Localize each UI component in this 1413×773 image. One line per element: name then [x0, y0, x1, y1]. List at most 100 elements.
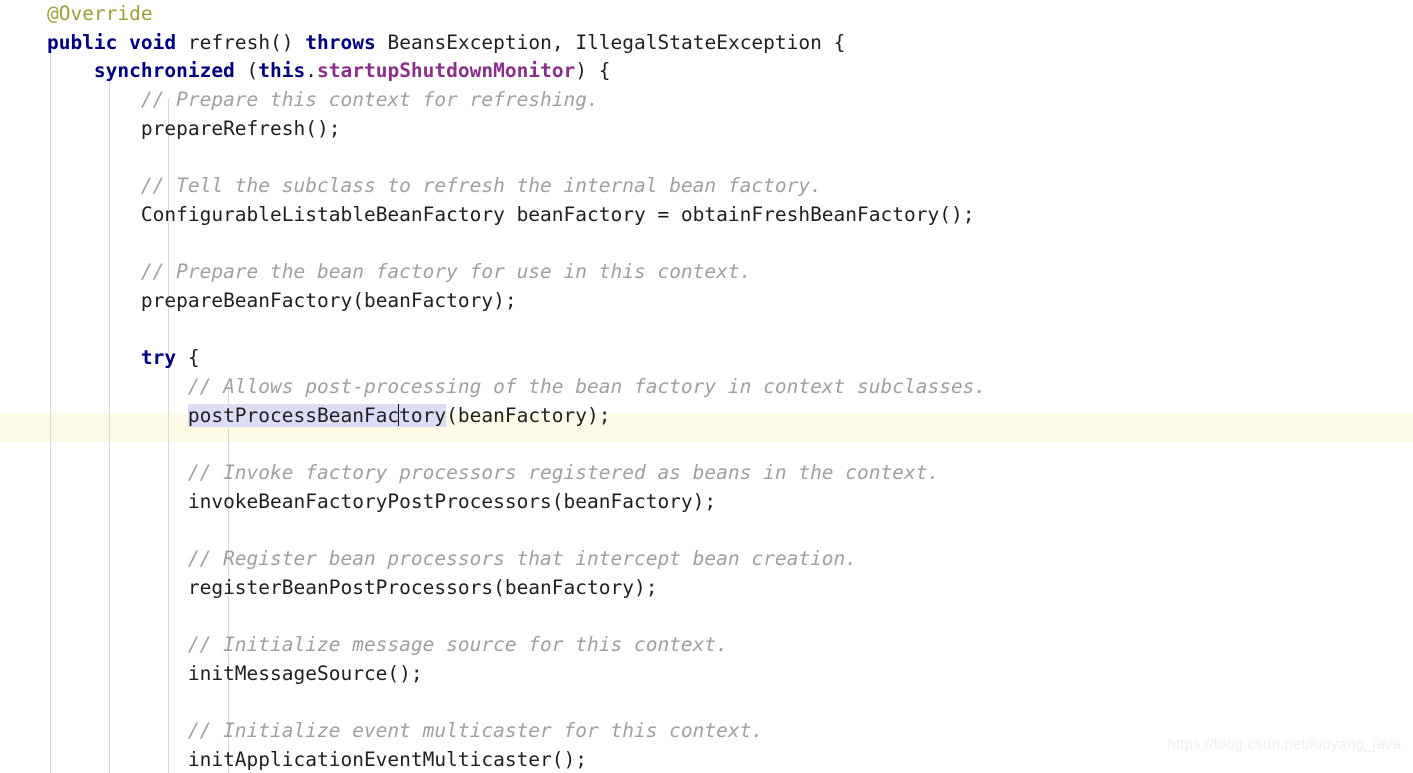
token-ident-hl: postProcessBeanFac — [187, 403, 400, 427]
token-keyword: try — [140, 346, 177, 370]
code-line-text: initMessageSource(); — [0, 660, 423, 689]
token-plain: . — [305, 59, 318, 83]
token-keyword: void — [129, 30, 177, 54]
code-line[interactable]: @Override — [0, 0, 1413, 29]
code-line[interactable]: synchronized (this.startupShutdownMonito… — [0, 57, 1413, 86]
code-line[interactable]: // Prepare the bean factory for use in t… — [0, 258, 1413, 287]
code-line-text: registerBeanPostProcessors(beanFactory); — [0, 574, 658, 603]
code-line-text: invokeBeanFactoryPostProcessors(beanFact… — [0, 488, 716, 517]
code-line[interactable] — [0, 316, 1413, 345]
code-content[interactable]: @Override public void refresh() throws B… — [0, 0, 1413, 773]
code-line[interactable]: try { — [0, 344, 1413, 373]
token-plain: ) { — [575, 59, 611, 83]
token-comment: // Allows post-processing of the bean fa… — [187, 374, 987, 398]
code-line[interactable]: prepareBeanFactory(beanFactory); — [0, 287, 1413, 316]
token-plain: { — [176, 346, 200, 370]
code-line-text: synchronized (this.startupShutdownMonito… — [0, 57, 611, 86]
code-line[interactable]: public void refresh() throws BeansExcept… — [0, 29, 1413, 58]
token-comment: // Invoke factory processors registered … — [187, 461, 940, 484]
code-line[interactable]: registerBeanPostProcessors(beanFactory); — [0, 574, 1413, 603]
token-keyword: throws — [305, 30, 376, 54]
code-line[interactable]: ConfigurableListableBeanFactory beanFact… — [0, 201, 1413, 230]
code-line-text: // Invoke factory processors registered … — [0, 459, 939, 488]
code-line-text: prepareBeanFactory(beanFactory); — [0, 287, 517, 316]
token-plain: ( — [234, 59, 259, 83]
token-plain: registerBeanPostProcessors(beanFactory); — [187, 575, 658, 599]
code-line-text: // Register bean processors that interce… — [0, 545, 857, 574]
code-line-text: initApplicationEventMulticaster(); — [0, 746, 587, 773]
token-annotation: @Override — [46, 2, 153, 25]
token-comment: // Register bean processors that interce… — [187, 547, 858, 571]
code-line[interactable]: // Allows post-processing of the bean fa… — [0, 373, 1413, 402]
code-line[interactable] — [0, 516, 1413, 545]
code-line[interactable] — [0, 602, 1413, 631]
token-plain: (beanFactory); — [446, 403, 611, 427]
watermark-text: https://blog.csdn.net/luoyang_java — [1167, 736, 1401, 753]
code-line[interactable]: // Initialize message source for this co… — [0, 631, 1413, 660]
token-plain: prepareRefresh(); — [140, 116, 341, 140]
code-line[interactable]: // Register bean processors that interce… — [0, 545, 1413, 574]
code-line-text: try { — [0, 344, 200, 373]
token-comment: // Initialize message source for this co… — [187, 633, 728, 657]
token-plain: refresh() — [187, 30, 306, 54]
token-keyword: this — [258, 59, 306, 83]
code-line[interactable]: prepareRefresh(); — [0, 115, 1413, 144]
token-plain: BeansException, IllegalStateException { — [375, 30, 846, 54]
token-comment: // Prepare the bean factory for use in t… — [140, 260, 752, 284]
token-plain: prepareBeanFactory(beanFactory); — [140, 288, 517, 312]
token-ident-hl: tory — [399, 403, 447, 427]
code-line[interactable] — [0, 143, 1413, 172]
token-plain: initApplicationEventMulticaster(); — [187, 747, 588, 771]
code-editor[interactable]: @Override public void refresh() throws B… — [0, 0, 1413, 773]
token-field: startupShutdownMonitor — [317, 59, 576, 83]
code-line[interactable]: // Prepare this context for refreshing. — [0, 86, 1413, 115]
code-line-text: prepareRefresh(); — [0, 115, 341, 144]
code-line[interactable] — [0, 230, 1413, 259]
code-line[interactable]: // Tell the subclass to refresh the inte… — [0, 172, 1413, 201]
token-plain: ConfigurableListableBeanFactory beanFact… — [140, 202, 975, 226]
token-comment: // Prepare this context for refreshing. — [140, 88, 599, 112]
code-line-text: // Allows post-processing of the bean fa… — [0, 373, 986, 402]
code-line[interactable]: // Invoke factory processors registered … — [0, 459, 1413, 488]
code-line[interactable] — [0, 430, 1413, 459]
token-plain: invokeBeanFactoryPostProcessors(beanFact… — [187, 489, 717, 513]
code-line-text: ConfigurableListableBeanFactory beanFact… — [0, 201, 975, 230]
code-line[interactable]: postProcessBeanFactory(beanFactory); — [0, 402, 1413, 431]
code-line[interactable]: invokeBeanFactoryPostProcessors(beanFact… — [0, 488, 1413, 517]
code-line[interactable] — [0, 689, 1413, 718]
token-keyword: public — [46, 30, 118, 54]
token-comment: // Tell the subclass to refresh the inte… — [140, 174, 822, 198]
token-keyword: synchronized — [93, 59, 235, 83]
code-line-text: public void refresh() throws BeansExcept… — [0, 29, 845, 58]
code-line[interactable]: initMessageSource(); — [0, 660, 1413, 689]
code-line-text: // Prepare this context for refreshing. — [0, 86, 599, 115]
